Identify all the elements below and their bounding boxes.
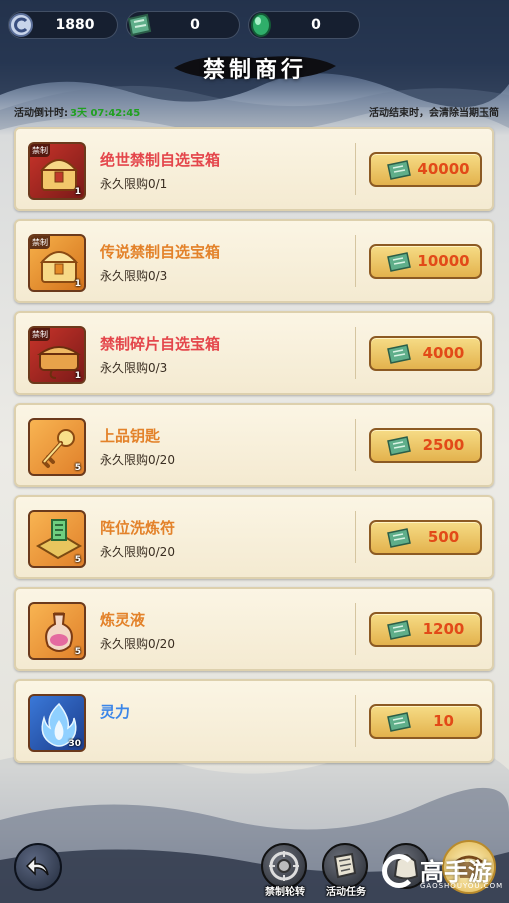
buy-button[interactable]: 10: [369, 704, 482, 739]
card-divider: [355, 603, 356, 655]
green-bill-icon: [387, 528, 411, 548]
buy-button[interactable]: 10000: [369, 244, 482, 279]
buy-button[interactable]: 4000: [369, 336, 482, 371]
item-name: 绝世禁制自选宝箱: [100, 151, 221, 169]
item-purchase-limit: 永久限购0/20: [100, 637, 175, 651]
item-count: 1: [74, 279, 81, 289]
item-count: 5: [74, 555, 81, 565]
item-name: 传说禁制自选宝箱: [100, 243, 221, 261]
back-arrow-icon: [25, 856, 49, 876]
item-icon-frame[interactable]: 5: [28, 510, 86, 568]
item-price: 1200: [422, 620, 465, 638]
item-count: 5: [74, 647, 81, 657]
card-divider: [355, 327, 356, 379]
buy-button[interactable]: 40000: [369, 152, 482, 187]
wheel-icon: [269, 851, 299, 881]
item-name: 炼灵液: [100, 611, 146, 629]
shop-item-card: 5 阵位洗炼符永久限购0/20 500: [14, 495, 494, 579]
item-icon-frame[interactable]: 5: [28, 418, 86, 476]
shop-item-card: 禁制 1 绝世禁制自选宝箱永久限购0/1 40000: [14, 127, 494, 211]
nav-tasks[interactable]: 活动任务: [316, 843, 376, 901]
item-purchase-limit: 永久限购0/1: [100, 177, 168, 191]
jade-counter: 0: [248, 11, 360, 39]
item-price: 10000: [417, 252, 470, 270]
item-price: 2500: [422, 436, 465, 454]
shop-item-card: 禁制 1 禁制碎片自选宝箱永久限购0/3 4000: [14, 311, 494, 395]
coin-counter: 1880: [8, 11, 118, 39]
item-tag: 禁制: [30, 236, 50, 249]
event-info-row: 活动倒计时: 3天 07:42:45 活动结束时，会清除当期玉简: [14, 104, 499, 120]
event-notice: 活动结束时，会清除当期玉简: [369, 108, 499, 119]
item-tag: 禁制: [30, 144, 50, 157]
jade-icon: [251, 13, 271, 37]
shop-item-card: 5 炼灵液永久限购0/20 1200: [14, 587, 494, 671]
coin-value: 1880: [55, 17, 95, 33]
countdown-value: 3天 07:42:45: [70, 108, 141, 119]
item-icon-frame[interactable]: 禁制 1: [28, 326, 86, 384]
silver-coin-icon: [9, 13, 33, 37]
watermark-logo: [382, 854, 416, 888]
item-count: 1: [74, 371, 81, 381]
watermark: 高手游 GAOSHOUYOU.COM: [382, 850, 502, 898]
card-divider: [355, 235, 356, 287]
page-title-banner: 禁制商行: [170, 44, 340, 90]
buy-button[interactable]: 1200: [369, 612, 482, 647]
page-title: 禁制商行: [202, 57, 307, 83]
jade-value: 0: [311, 17, 321, 33]
card-divider: [355, 511, 356, 563]
back-button[interactable]: [14, 843, 62, 891]
green-bill-icon: [127, 13, 152, 37]
buy-button[interactable]: 2500: [369, 428, 482, 463]
shop-item-card: 30 灵力 10: [14, 679, 494, 763]
item-count: 1: [74, 187, 81, 197]
shop-item-card: 禁制 1 传说禁制自选宝箱永久限购0/3 10000: [14, 219, 494, 303]
scroll-icon: [333, 852, 357, 879]
item-price: 40000: [417, 160, 470, 178]
item-icon-frame[interactable]: 禁制 1: [28, 142, 86, 200]
countdown: 活动倒计时: 3天 07:42:45: [14, 104, 140, 119]
green-bill-icon: [387, 620, 411, 640]
item-name: 禁制碎片自选宝箱: [100, 335, 221, 353]
item-count: 5: [74, 463, 81, 473]
green-bill-icon: [387, 436, 411, 456]
ticket-value: 0: [190, 17, 200, 33]
item-tag: 禁制: [30, 328, 50, 341]
nav-wheel[interactable]: 禁制轮转: [255, 843, 315, 901]
card-divider: [355, 143, 356, 195]
item-price: 500: [427, 528, 460, 546]
buy-button[interactable]: 500: [369, 520, 482, 555]
countdown-label: 活动倒计时:: [14, 108, 68, 119]
green-bill-icon: [387, 712, 411, 732]
item-name: 灵力: [100, 703, 131, 721]
card-divider: [355, 695, 356, 747]
green-bill-icon: [387, 344, 411, 364]
nav-tasks-label: 活动任务: [326, 887, 366, 898]
ticket-counter: 0: [126, 11, 240, 39]
green-bill-icon: [387, 160, 411, 180]
item-purchase-limit: 永久限购0/20: [100, 545, 175, 559]
item-icon-frame[interactable]: 禁制 1: [28, 234, 86, 292]
item-name: 上品钥匙: [100, 427, 161, 445]
item-name: 阵位洗炼符: [100, 519, 176, 537]
card-divider: [355, 419, 356, 471]
item-icon-frame[interactable]: 30: [28, 694, 86, 752]
shop-item-card: 5 上品钥匙永久限购0/20 2500: [14, 403, 494, 487]
green-bill-icon: [387, 252, 411, 272]
item-price: 10: [433, 712, 454, 730]
item-purchase-limit: 永久限购0/3: [100, 269, 168, 283]
item-purchase-limit: 永久限购0/20: [100, 453, 175, 467]
watermark-subtext: GAOSHOUYOU.COM: [420, 882, 504, 890]
item-icon-frame[interactable]: 5: [28, 602, 86, 660]
item-price: 4000: [422, 344, 465, 362]
item-count: 30: [68, 739, 81, 749]
item-purchase-limit: 永久限购0/3: [100, 361, 168, 375]
